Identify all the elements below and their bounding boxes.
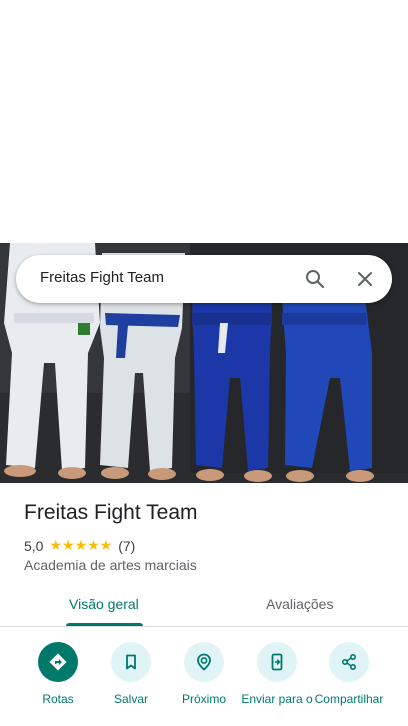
place-category: Academia de artes marciais	[24, 557, 197, 573]
tab-divider	[0, 626, 408, 627]
bookmark-icon	[111, 642, 151, 682]
share-button[interactable]: Compartilhar	[313, 642, 385, 706]
send-to-phone-label: Enviar para o	[241, 692, 313, 706]
nearby-label: Próximo	[181, 692, 226, 706]
share-icon	[329, 642, 369, 682]
directions-button[interactable]: Rotas	[22, 642, 94, 706]
share-label: Compartilhar	[314, 692, 384, 706]
search-query[interactable]: Freitas Fight Team	[40, 269, 164, 286]
search-bar[interactable]: Freitas Fight Team	[16, 255, 392, 303]
save-button[interactable]: Salvar	[95, 642, 167, 706]
tab-overview[interactable]: Visão geral	[69, 596, 139, 612]
rating-value: 5,0	[24, 537, 44, 554]
close-icon[interactable]	[353, 267, 377, 291]
save-label: Salvar	[113, 692, 148, 706]
rating-row[interactable]: 5,0 ★★★★★ (7)	[24, 537, 135, 554]
send-to-phone-icon	[257, 642, 297, 682]
send-to-phone-button[interactable]: Enviar para o	[241, 642, 313, 706]
nearby-button[interactable]: Próximo	[168, 642, 240, 706]
tab-reviews[interactable]: Avaliações	[266, 596, 333, 612]
star-rating-icon: ★★★★★	[49, 537, 113, 553]
review-count: (7)	[118, 537, 136, 554]
place-sheet: Freitas Fight Team 5,0 ★★★★★ (7) Academi…	[0, 483, 408, 726]
map-area[interactable]	[0, 0, 408, 243]
nearby-icon	[184, 642, 224, 682]
directions-icon	[38, 642, 78, 682]
search-icon[interactable]	[303, 267, 327, 291]
place-title: Freitas Fight Team	[24, 501, 198, 524]
directions-label: Rotas	[42, 692, 74, 706]
